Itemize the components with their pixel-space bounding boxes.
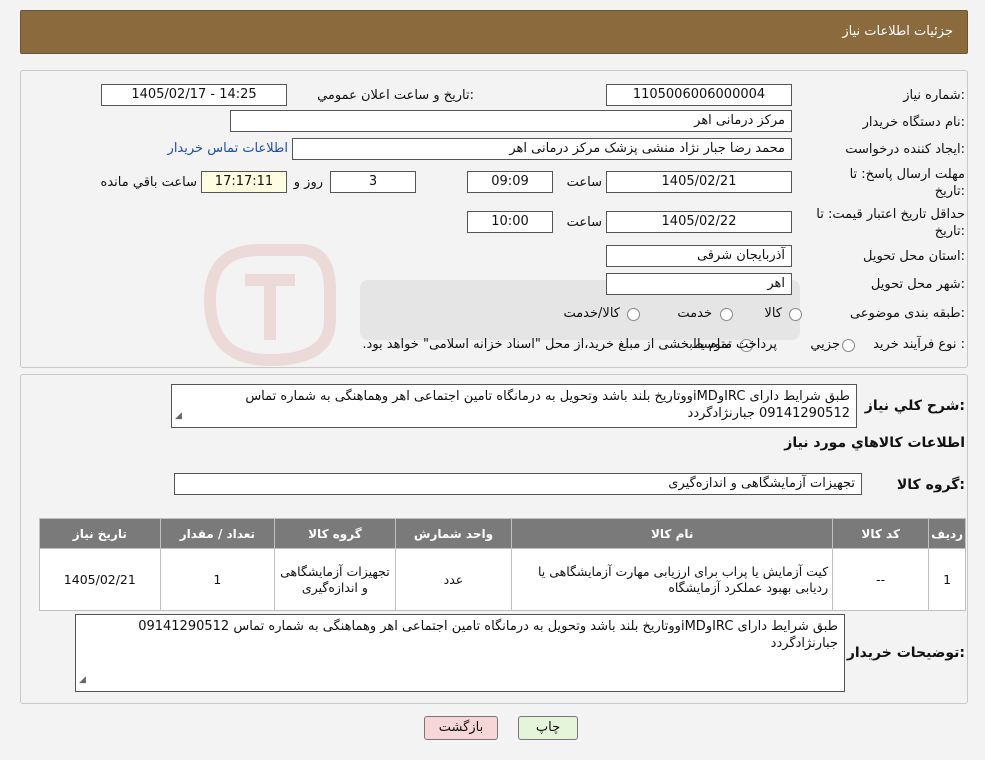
process-note: پرداخت تمام يا بخشی از مبلغ خريد،از محل … xyxy=(362,337,777,352)
buyer-contact-link[interactable]: اطلاعات تماس خریدار xyxy=(168,141,288,156)
announce-field: 1405/02/17 - 14:25 xyxy=(101,84,287,106)
summary-text: طبق شرایط دارای IRCوiMDووتاریخ بلند باشد… xyxy=(245,389,850,421)
col-row: رديف xyxy=(928,518,966,549)
deadline-time-label: ساعت xyxy=(566,175,602,190)
col-qty: تعداد / مقدار xyxy=(159,518,276,549)
table-row: 1 -- کیت آزمایش یا پراب برای ارزیابی مها… xyxy=(39,548,966,611)
validity-label-2: تاریخ: xyxy=(934,224,965,239)
days-field: 3 xyxy=(330,171,416,193)
validity-time-label: ساعت xyxy=(566,215,602,230)
province-label: استان محل تحويل: xyxy=(863,249,965,264)
category-radio-goods[interactable] xyxy=(789,308,802,321)
goods-table-header: رديف کد کالا نام کالا واحد شمارش گروه کا… xyxy=(39,518,966,549)
cell-unit: عدد xyxy=(394,548,513,611)
buyer-notes-text: طبق شرایط دارای IRCوiMDووتاریخ بلند باشد… xyxy=(138,619,838,651)
page-title: جزئیات اطلاعات نیاز xyxy=(842,24,953,39)
col-code: کد کالا xyxy=(832,518,930,549)
cell-row: 1 xyxy=(928,548,966,611)
validity-label: حداقل تاريخ اعتبار قيمت: تا xyxy=(816,207,965,222)
requester-field: محمد رضا جبار نژاد منشی پزشک مرکز درمانی… xyxy=(292,138,792,160)
city-field: اهر xyxy=(606,273,792,295)
category-radio-service[interactable] xyxy=(720,308,733,321)
need-number-label: شماره نیاز: xyxy=(903,88,965,103)
buyer-notes-label: توضيحات خريدار: xyxy=(846,645,965,661)
announce-label: تاریخ و ساعت اعلان عمومي: xyxy=(317,88,474,103)
remaining-time-field: 17:17:11 xyxy=(201,171,287,193)
col-group: گروه کالا xyxy=(274,518,396,549)
need-number-field: 1105006006000004 xyxy=(606,84,792,106)
cell-date: 1405/02/21 xyxy=(39,548,161,611)
remaining-label: ساعت باقي مانده xyxy=(100,175,197,190)
validity-date-field: 1405/02/22 xyxy=(606,211,792,233)
category-radio-goods-service[interactable] xyxy=(627,308,640,321)
goods-group-field: تجهیزات آزمایشگاهی و اندازه‌گیری xyxy=(174,473,862,495)
col-unit: واحد شمارش xyxy=(394,518,513,549)
process-option-minor: جزيي xyxy=(810,337,840,352)
category-label: طبقه بندی موضوعی: xyxy=(849,306,965,321)
col-date: تاريخ نياز xyxy=(39,518,161,549)
summary-textarea: طبق شرایط دارای IRCوiMDووتاریخ بلند باشد… xyxy=(171,384,857,428)
back-button[interactable]: بازگشت xyxy=(424,716,498,740)
city-label: شهر محل تحويل: xyxy=(870,277,965,292)
validity-time-field: 10:00 xyxy=(467,211,553,233)
days-label: روز و xyxy=(293,175,323,190)
process-label: نوع فرآيند خريد : xyxy=(873,337,965,352)
process-radio-minor[interactable] xyxy=(842,339,855,352)
cell-group: تجهیزات آزمایشگاهی و اندازه‌گیری xyxy=(274,548,396,611)
buyer-org-field: مرکز درمانی اهر xyxy=(230,110,792,132)
resize-grip-icon[interactable]: ◢ xyxy=(175,408,182,425)
page-header: جزئیات اطلاعات نیاز xyxy=(20,10,968,54)
deadline-label-2: تاریخ: xyxy=(934,184,965,199)
category-option-goods: کالا xyxy=(764,306,782,321)
deadline-time-field: 09:09 xyxy=(467,171,553,193)
cell-qty: 1 xyxy=(159,548,276,611)
goods-table: رديف کد کالا نام کالا واحد شمارش گروه کا… xyxy=(39,518,966,611)
goods-section-title: اطلاعات کالاهاي مورد نياز xyxy=(784,435,965,451)
buyer-notes-textarea: طبق شرایط دارای IRCوiMDووتاریخ بلند باشد… xyxy=(75,614,845,692)
resize-grip-icon[interactable]: ◢ xyxy=(79,672,86,689)
cell-code: -- xyxy=(832,548,930,611)
deadline-date-field: 1405/02/21 xyxy=(606,171,792,193)
province-field: آذربايجان شرقی xyxy=(606,245,792,267)
category-option-service: خدمت xyxy=(677,306,712,321)
deadline-label: مهلت ارسال پاسخ: تا xyxy=(849,167,965,182)
summary-label: شرح کلي نياز: xyxy=(864,398,965,414)
col-name: نام کالا xyxy=(511,518,834,549)
buyer-org-label: نام دستگاه خريدار: xyxy=(862,115,965,130)
category-option-goods-service: کالا/خدمت xyxy=(563,306,620,321)
cell-name: کیت آزمایش یا پراب برای ارزیابی مهارت آز… xyxy=(511,548,834,611)
requester-label: ايجاد کننده درخواست: xyxy=(845,142,965,157)
goods-group-label: گروه کالا: xyxy=(896,477,965,493)
print-button[interactable]: چاپ xyxy=(518,716,578,740)
